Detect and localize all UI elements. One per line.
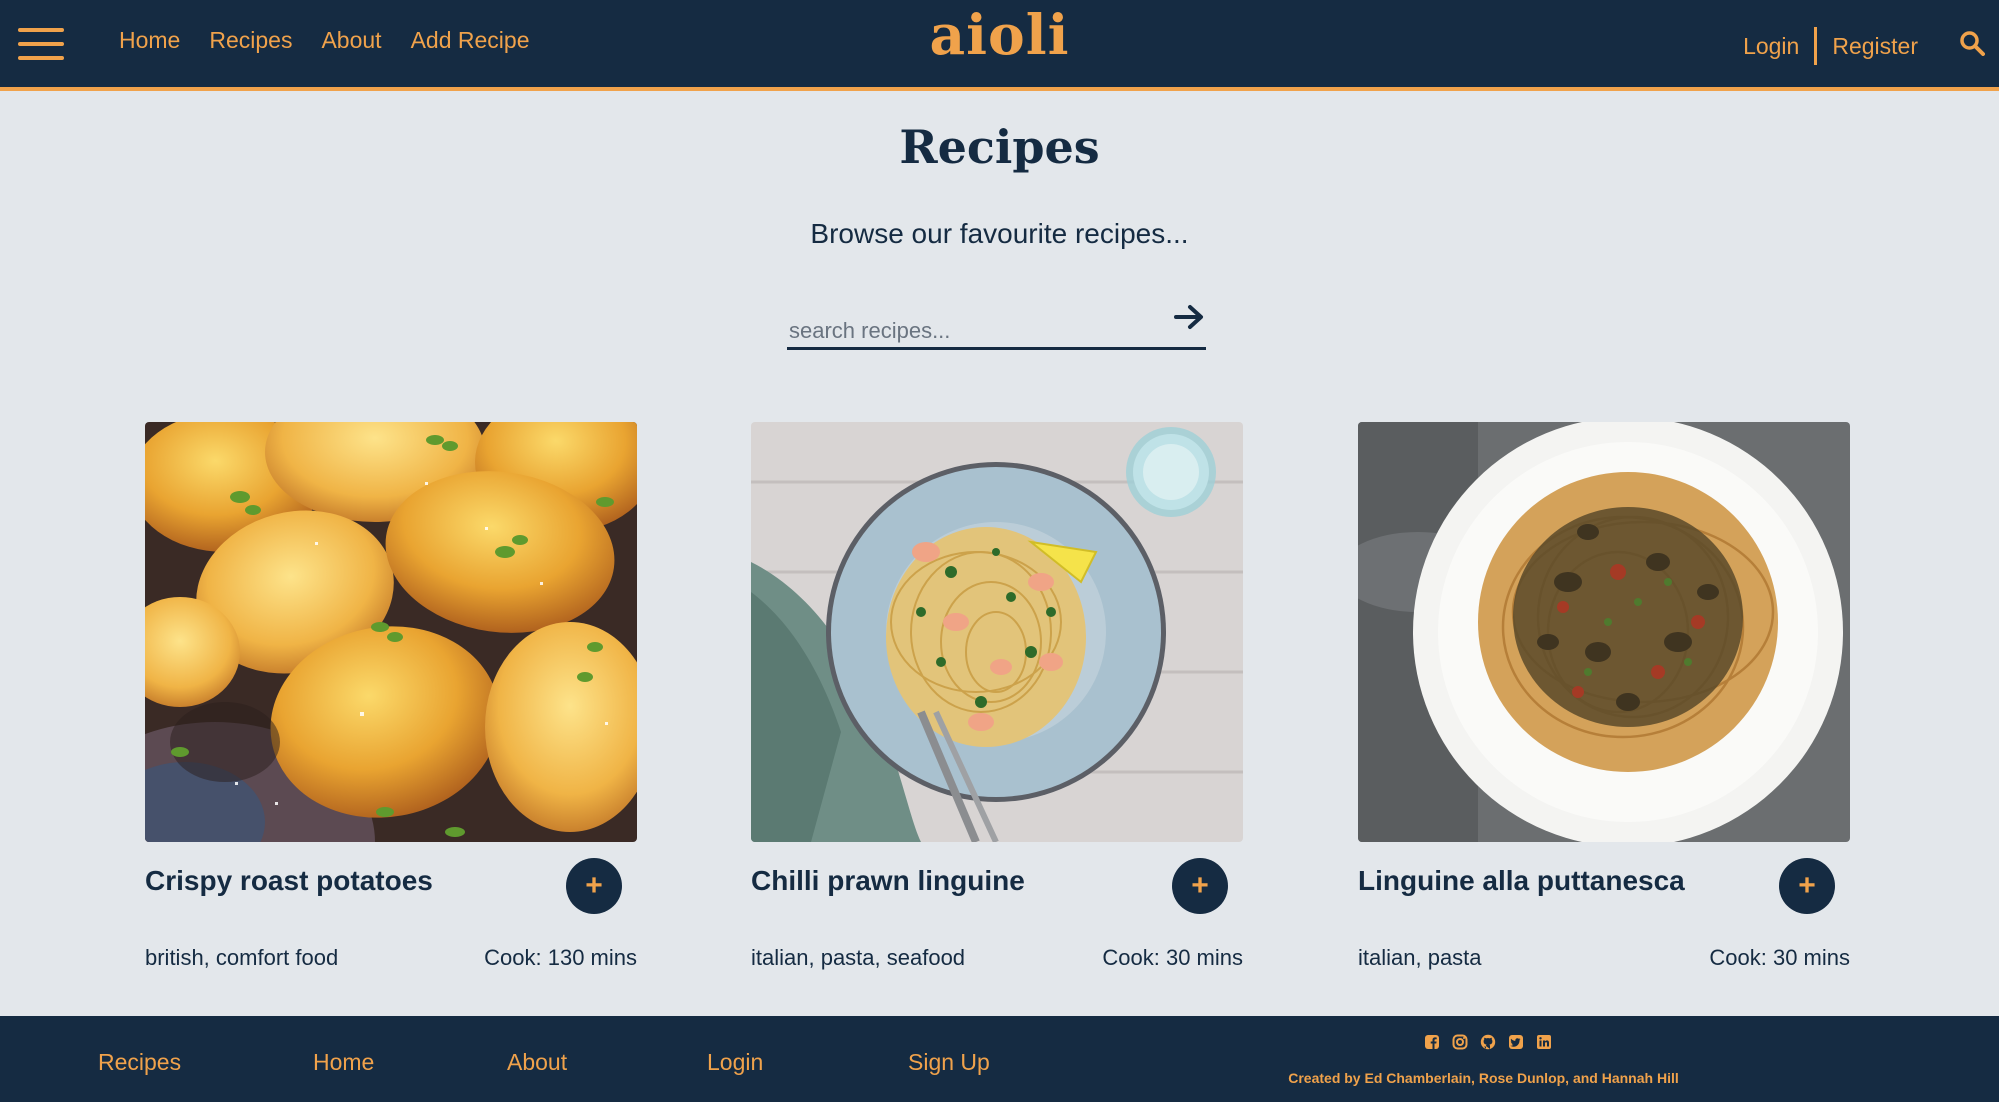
facebook-icon[interactable] — [1424, 1034, 1440, 1050]
footer-home-link[interactable]: Home — [313, 1049, 374, 1076]
search-submit-arrow-icon[interactable] — [1172, 300, 1206, 334]
page-subtitle: Browse our favourite recipes... — [810, 218, 1189, 249]
recipe-title[interactable]: Chilli prawn linguine — [751, 865, 1025, 897]
twitter-icon[interactable] — [1508, 1034, 1524, 1050]
footer-login-link[interactable]: Login — [707, 1049, 763, 1076]
recipe-tags: italian, pasta — [1358, 945, 1482, 970]
auth-divider — [1814, 27, 1818, 65]
main-nav: Home Recipes About Add Recipe — [119, 27, 530, 54]
footer-about-link[interactable]: About — [507, 1049, 567, 1076]
login-link[interactable]: Login — [1743, 33, 1799, 60]
recipe-tags: italian, pasta, seafood — [751, 945, 966, 970]
recipe-cook-time: Cook: 130 mins — [484, 945, 637, 970]
nav-add-recipe-link[interactable]: Add Recipe — [411, 27, 530, 54]
recipe-image-chilli-prawn-linguine[interactable] — [751, 422, 1243, 842]
linkedin-icon[interactable] — [1536, 1034, 1552, 1050]
recipe-title[interactable]: Crispy roast potatoes — [145, 865, 433, 897]
nav-home-link[interactable]: Home — [119, 27, 180, 54]
search-icon[interactable] — [1959, 30, 1985, 56]
add-recipe-button[interactable]: + — [1779, 858, 1835, 914]
footer-recipes-link[interactable]: Recipes — [98, 1049, 181, 1076]
top-navbar: Home Recipes About Add Recipe aioli Logi… — [0, 0, 1999, 91]
recipe-search-input[interactable] — [789, 316, 1149, 346]
nav-about-link[interactable]: About — [321, 27, 381, 54]
social-links — [1424, 1034, 1552, 1050]
site-footer: Recipes Home About Login Sign Up Created… — [0, 1016, 1999, 1102]
instagram-icon[interactable] — [1452, 1034, 1468, 1050]
footer-credit: Created by Ed Chamberlain, Rose Dunlop, … — [1288, 1070, 1679, 1086]
recipe-cook-time: Cook: 30 mins — [1709, 945, 1850, 970]
recipe-title[interactable]: Linguine alla puttanesca — [1358, 865, 1685, 897]
recipe-card: Crispy roast potatoes + british, comfort… — [145, 422, 637, 982]
nav-recipes-link[interactable]: Recipes — [209, 27, 292, 54]
register-link[interactable]: Register — [1832, 33, 1918, 60]
auth-links: Login Register — [1743, 27, 1918, 65]
recipe-card: Linguine alla puttanesca + italian, past… — [1358, 422, 1850, 982]
footer-signup-link[interactable]: Sign Up — [908, 1049, 990, 1076]
recipe-cook-time: Cook: 30 mins — [1102, 945, 1243, 970]
add-recipe-button[interactable]: + — [566, 858, 622, 914]
recipe-image-roast-potatoes[interactable] — [145, 422, 637, 842]
recipe-card: Chilli prawn linguine + italian, pasta, … — [751, 422, 1243, 982]
recipe-image-linguine-puttanesca[interactable] — [1358, 422, 1850, 842]
add-recipe-button[interactable]: + — [1172, 858, 1228, 914]
recipe-search-bar — [787, 300, 1206, 350]
hamburger-menu-icon[interactable] — [18, 28, 64, 60]
github-icon[interactable] — [1480, 1034, 1496, 1050]
recipe-tags: british, comfort food — [145, 945, 339, 970]
page-title: Recipes — [899, 120, 1100, 174]
